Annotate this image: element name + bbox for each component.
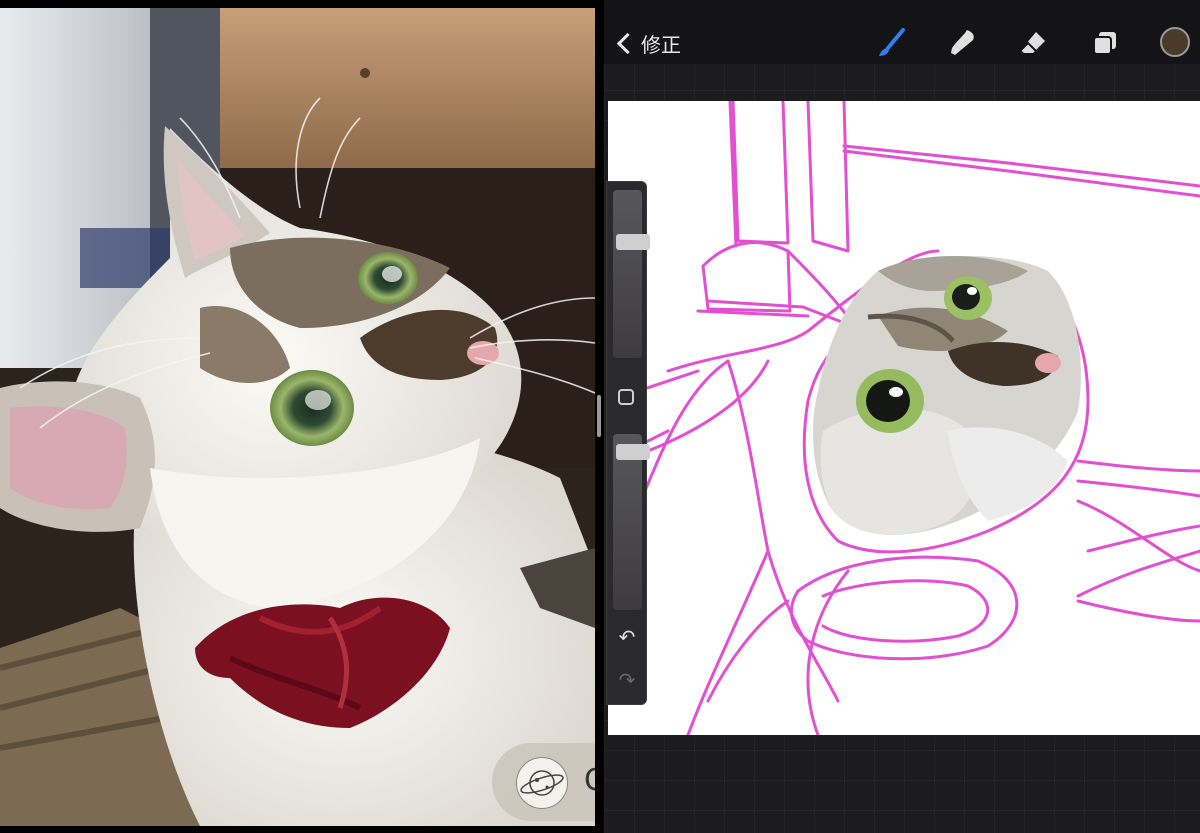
chevron-left-icon (616, 32, 639, 54)
drawing-canvas[interactable] (608, 101, 1200, 735)
brush-sidebar: ↶ ↷ (606, 181, 650, 705)
brush-size-slider-knob[interactable] (616, 234, 650, 250)
reference-photo-pane: G (0, 8, 595, 826)
opacity-slider-knob[interactable] (616, 444, 650, 460)
color-picker-button[interactable] (1160, 27, 1190, 57)
opacity-slider[interactable] (613, 434, 650, 610)
redo-icon[interactable]: ↷ (616, 669, 638, 691)
brush-icon[interactable] (876, 28, 906, 58)
gallery-label: G (584, 763, 595, 798)
smudge-icon[interactable] (947, 28, 977, 58)
cat-photo (0, 8, 595, 826)
brush-size-slider[interactable] (613, 190, 650, 358)
eraser-icon[interactable] (1018, 28, 1048, 58)
layers-icon[interactable] (1090, 28, 1120, 58)
back-button[interactable]: 修正 (616, 28, 681, 58)
split-view-divider-handle[interactable] (597, 395, 601, 437)
top-toolbar: 修正 (604, 0, 1200, 64)
sketch-artwork (608, 101, 1200, 735)
drawing-app-pane: 修正 (604, 0, 1200, 833)
undo-icon[interactable]: ↶ (616, 626, 638, 648)
planet-sketch-icon (516, 757, 568, 809)
back-label: 修正 (641, 32, 681, 57)
modify-button[interactable] (618, 389, 634, 405)
gallery-button[interactable]: G (492, 743, 595, 821)
